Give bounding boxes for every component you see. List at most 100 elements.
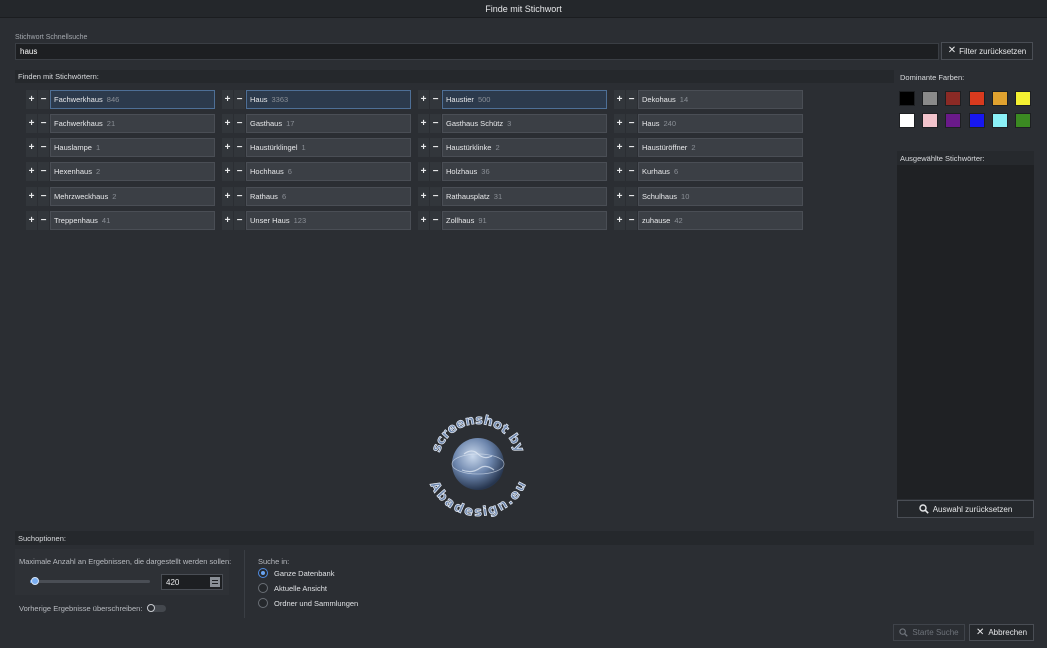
add-keyword-button[interactable]: + [222, 162, 233, 181]
reset-filter-button[interactable]: ✕ Filter zurücksetzen [941, 42, 1033, 60]
max-results-input[interactable]: 420 [161, 574, 223, 590]
exclude-keyword-button[interactable]: − [430, 114, 441, 133]
radio-button[interactable] [258, 583, 268, 593]
add-keyword-button[interactable]: + [614, 114, 625, 133]
add-keyword-button[interactable]: + [614, 187, 625, 206]
keyword-label[interactable]: Fachwerkhaus 21 [50, 114, 215, 133]
quick-search-input[interactable] [15, 43, 939, 60]
keyword-label[interactable]: Kurhaus 6 [638, 162, 803, 181]
spinner-icon[interactable] [210, 577, 220, 587]
exclude-keyword-button[interactable]: − [38, 90, 49, 109]
add-keyword-button[interactable]: + [614, 138, 625, 157]
keyword-label[interactable]: Haustürklingel 1 [246, 138, 411, 157]
keyword-label[interactable]: Haus 3363 [246, 90, 411, 109]
search-in-option[interactable]: Aktuelle Ansicht [258, 583, 327, 593]
keyword-label[interactable]: Fachwerkhaus 846 [50, 90, 215, 109]
color-swatch[interactable] [992, 91, 1008, 106]
add-keyword-button[interactable]: + [26, 187, 37, 206]
color-swatch[interactable] [1015, 91, 1031, 106]
exclude-keyword-button[interactable]: − [430, 187, 441, 206]
exclude-keyword-button[interactable]: − [626, 114, 637, 133]
add-keyword-button[interactable]: + [418, 211, 429, 230]
color-swatch[interactable] [1015, 113, 1031, 128]
max-results-slider-track[interactable] [30, 580, 150, 583]
add-keyword-button[interactable]: + [418, 114, 429, 133]
color-swatch[interactable] [969, 91, 985, 106]
add-keyword-button[interactable]: + [222, 187, 233, 206]
color-swatch[interactable] [945, 113, 961, 128]
exclude-keyword-button[interactable]: − [234, 211, 245, 230]
exclude-keyword-button[interactable]: − [38, 138, 49, 157]
add-keyword-button[interactable]: + [222, 114, 233, 133]
keyword-label[interactable]: zuhause 42 [638, 211, 803, 230]
exclude-keyword-button[interactable]: − [626, 138, 637, 157]
keyword-label[interactable]: Treppenhaus 41 [50, 211, 215, 230]
add-keyword-button[interactable]: + [26, 162, 37, 181]
color-swatch[interactable] [899, 113, 915, 128]
exclude-keyword-button[interactable]: − [430, 162, 441, 181]
keyword-label[interactable]: Haustürklinke 2 [442, 138, 607, 157]
radio-button[interactable] [258, 598, 268, 608]
exclude-keyword-button[interactable]: − [38, 211, 49, 230]
exclude-keyword-button[interactable]: − [234, 90, 245, 109]
color-swatch[interactable] [922, 113, 938, 128]
exclude-keyword-button[interactable]: − [38, 162, 49, 181]
cancel-button[interactable]: ✕ Abbrechen [969, 624, 1034, 641]
exclude-keyword-button[interactable]: − [626, 90, 637, 109]
add-keyword-button[interactable]: + [26, 138, 37, 157]
exclude-keyword-button[interactable]: − [234, 187, 245, 206]
search-in-option[interactable]: Ordner und Sammlungen [258, 598, 358, 608]
radio-button[interactable] [258, 568, 268, 578]
color-swatch[interactable] [945, 91, 961, 106]
add-keyword-button[interactable]: + [222, 211, 233, 230]
keyword-label[interactable]: Mehrzweckhaus 2 [50, 187, 215, 206]
keyword-label[interactable]: Unser Haus 123 [246, 211, 411, 230]
reset-selection-button[interactable]: Auswahl zurücksetzen [897, 500, 1034, 518]
add-keyword-button[interactable]: + [222, 90, 233, 109]
exclude-keyword-button[interactable]: − [234, 138, 245, 157]
color-swatch[interactable] [899, 91, 915, 106]
exclude-keyword-button[interactable]: − [626, 187, 637, 206]
start-search-button[interactable]: Starte Suche [893, 624, 965, 641]
add-keyword-button[interactable]: + [26, 90, 37, 109]
keyword-label[interactable]: Gasthaus 17 [246, 114, 411, 133]
exclude-keyword-button[interactable]: − [626, 211, 637, 230]
add-keyword-button[interactable]: + [26, 211, 37, 230]
keyword-label[interactable]: Rathaus 6 [246, 187, 411, 206]
exclude-keyword-button[interactable]: − [626, 162, 637, 181]
keyword-label[interactable]: Zollhaus 91 [442, 211, 607, 230]
keyword-label[interactable]: Haus 240 [638, 114, 803, 133]
keyword-label[interactable]: Holzhaus 36 [442, 162, 607, 181]
exclude-keyword-button[interactable]: − [430, 138, 441, 157]
exclude-keyword-button[interactable]: − [234, 114, 245, 133]
keyword-label[interactable]: Rathausplatz 31 [442, 187, 607, 206]
keyword-label[interactable]: Hochhaus 6 [246, 162, 411, 181]
keyword-label[interactable]: Hexenhaus 2 [50, 162, 215, 181]
add-keyword-button[interactable]: + [418, 138, 429, 157]
exclude-keyword-button[interactable]: − [38, 114, 49, 133]
keyword-label[interactable]: Gasthaus Schütz 3 [442, 114, 607, 133]
color-swatch[interactable] [922, 91, 938, 106]
search-in-option[interactable]: Ganze Datenbank [258, 568, 334, 578]
exclude-keyword-button[interactable]: − [234, 162, 245, 181]
add-keyword-button[interactable]: + [614, 211, 625, 230]
exclude-keyword-button[interactable]: − [430, 90, 441, 109]
color-swatch[interactable] [969, 113, 985, 128]
keyword-label[interactable]: Haustüröffner 2 [638, 138, 803, 157]
exclude-keyword-button[interactable]: − [38, 187, 49, 206]
max-results-slider-thumb[interactable] [31, 577, 39, 585]
exclude-keyword-button[interactable]: − [430, 211, 441, 230]
add-keyword-button[interactable]: + [614, 162, 625, 181]
keyword-label[interactable]: Schulhaus 10 [638, 187, 803, 206]
keyword-label[interactable]: Haustier 500 [442, 90, 607, 109]
add-keyword-button[interactable]: + [614, 90, 625, 109]
add-keyword-button[interactable]: + [222, 138, 233, 157]
overwrite-results-toggle[interactable] [147, 604, 166, 612]
add-keyword-button[interactable]: + [26, 114, 37, 133]
color-swatch[interactable] [992, 113, 1008, 128]
add-keyword-button[interactable]: + [418, 162, 429, 181]
keyword-label[interactable]: Dekohaus 14 [638, 90, 803, 109]
add-keyword-button[interactable]: + [418, 187, 429, 206]
add-keyword-button[interactable]: + [418, 90, 429, 109]
keyword-label[interactable]: Hauslampe 1 [50, 138, 215, 157]
